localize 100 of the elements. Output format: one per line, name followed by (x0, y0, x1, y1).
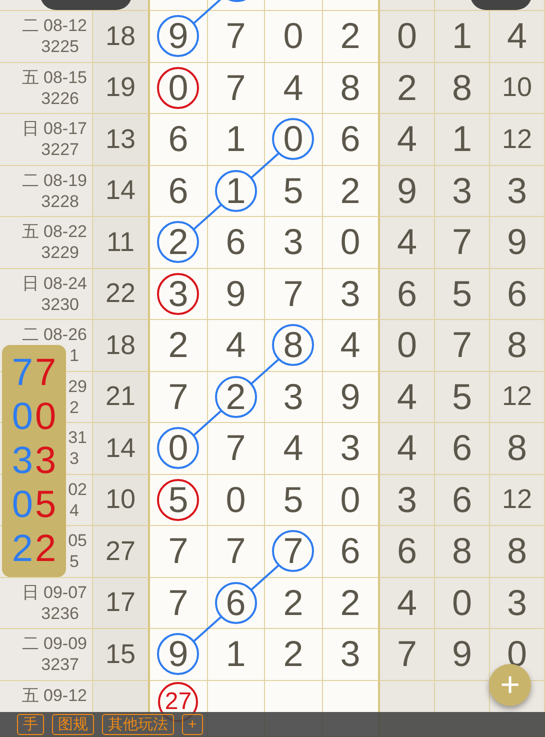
circled-digit: 0 (157, 66, 200, 109)
panel-digit: 5 (35, 486, 56, 524)
digit: 10 (502, 74, 532, 102)
digit: 12 (502, 126, 532, 153)
digit: 4 (396, 121, 418, 158)
digit: 9 (226, 276, 246, 312)
sum-value: 19 (105, 74, 136, 102)
digit: 8 (340, 70, 360, 106)
digit: 2 (283, 584, 304, 621)
date-text: 二 08-26 (22, 324, 87, 346)
digit: 2 (283, 636, 304, 672)
trend-line (192, 616, 222, 642)
panel-digit: 7 (12, 354, 33, 392)
date-text: 日 08-24 (22, 272, 87, 294)
digit: 6 (226, 224, 246, 260)
trend-line (192, 204, 222, 230)
digit: 4 (396, 584, 418, 621)
toolbar-button[interactable]: + (182, 714, 203, 735)
digit: 12 (502, 486, 532, 514)
digit: 3 (506, 172, 528, 209)
date-text: 五 09-12 (22, 684, 87, 706)
digit: 4 (396, 224, 418, 260)
issue-number: 3227 (41, 139, 79, 160)
toolbar-button[interactable]: 其他玩法 (102, 714, 174, 735)
panel-digit: 3 (35, 442, 56, 480)
digit: 0 (340, 224, 360, 260)
circled-digit: 2 (214, 376, 257, 418)
digit: 7 (396, 636, 418, 672)
digit: 1 (226, 121, 246, 158)
sum-value: 18 (105, 332, 136, 359)
sum-value: 21 (105, 383, 136, 410)
digit: 5 (452, 276, 472, 312)
sum-value: 11 (106, 228, 135, 256)
digit: 4 (396, 430, 418, 466)
issue-number: 3236 (41, 602, 79, 624)
digit: 3 (396, 482, 418, 518)
issue-number: 3228 (41, 190, 79, 212)
circled-digit: 9 (157, 15, 200, 58)
issue-number: 5 (70, 551, 79, 572)
digit: 5 (452, 378, 472, 415)
digit: 1 (452, 121, 472, 158)
digit: 9 (506, 224, 528, 260)
digit: 4 (283, 70, 304, 106)
panel-digit: 0 (12, 486, 33, 524)
sum-value: 14 (105, 434, 136, 462)
toolbar-button[interactable]: 手 (17, 714, 44, 735)
toolbar-button[interactable]: 图规 (52, 714, 94, 735)
digit: 8 (452, 533, 472, 570)
digit: 0 (396, 327, 418, 364)
trend-line (250, 358, 280, 385)
sum-value: 13 (105, 126, 136, 153)
sum-value: 10 (105, 486, 136, 514)
digit: 0 (340, 482, 360, 518)
digit: 7 (168, 378, 188, 415)
trend-line (250, 152, 280, 179)
digit: 2 (340, 18, 360, 54)
sum-value: 27 (105, 538, 136, 565)
date-text: 日 08-17 (22, 118, 87, 140)
issue-number: 3226 (41, 88, 79, 109)
digit: 6 (340, 121, 360, 158)
circled-digit: 0 (272, 118, 314, 160)
digit: 8 (506, 327, 528, 364)
digit: 0 (452, 584, 472, 621)
panel-digit: 3 (12, 442, 33, 480)
date-text: 二 09-09 (22, 633, 87, 654)
sum-value: 22 (105, 280, 136, 308)
digit: 5 (283, 482, 304, 518)
digit: 0 (283, 18, 304, 54)
digit: 7 (452, 327, 472, 364)
sum-value: 15 (105, 640, 136, 668)
issue-number: 1 (70, 345, 79, 366)
digit: 0 (226, 482, 246, 518)
digit: 3 (452, 172, 472, 209)
digit: 4 (506, 18, 528, 54)
digit: 4 (340, 327, 360, 364)
circled-digit: 3 (157, 272, 200, 315)
digit: 2 (168, 327, 188, 364)
date-text: 日 09-07 (22, 582, 87, 603)
digit: 3 (283, 378, 304, 415)
digit: 3 (340, 636, 360, 672)
circled-digit: 9 (157, 633, 200, 676)
digit: 3 (340, 430, 360, 466)
date-text: 29 (68, 376, 87, 397)
digit: 2 (340, 172, 360, 209)
circled-digit: 5 (157, 478, 200, 521)
digit: 7 (226, 70, 246, 106)
digit: 6 (396, 533, 418, 570)
circled-digit: 6 (214, 582, 257, 624)
digit: 1 (452, 18, 472, 54)
date-text: 31 (68, 427, 87, 448)
digit: 7 (226, 18, 246, 54)
digit: 7 (168, 584, 188, 621)
digit: 7 (168, 533, 188, 570)
circled-digit: 8 (272, 324, 314, 366)
circled-digit: 7 (272, 530, 314, 572)
date-text: 05 (68, 530, 87, 552)
trend-line (192, 410, 222, 436)
circled-digit: 0 (157, 427, 200, 470)
issue-number: 3229 (41, 242, 79, 264)
digit: 2 (396, 70, 418, 106)
